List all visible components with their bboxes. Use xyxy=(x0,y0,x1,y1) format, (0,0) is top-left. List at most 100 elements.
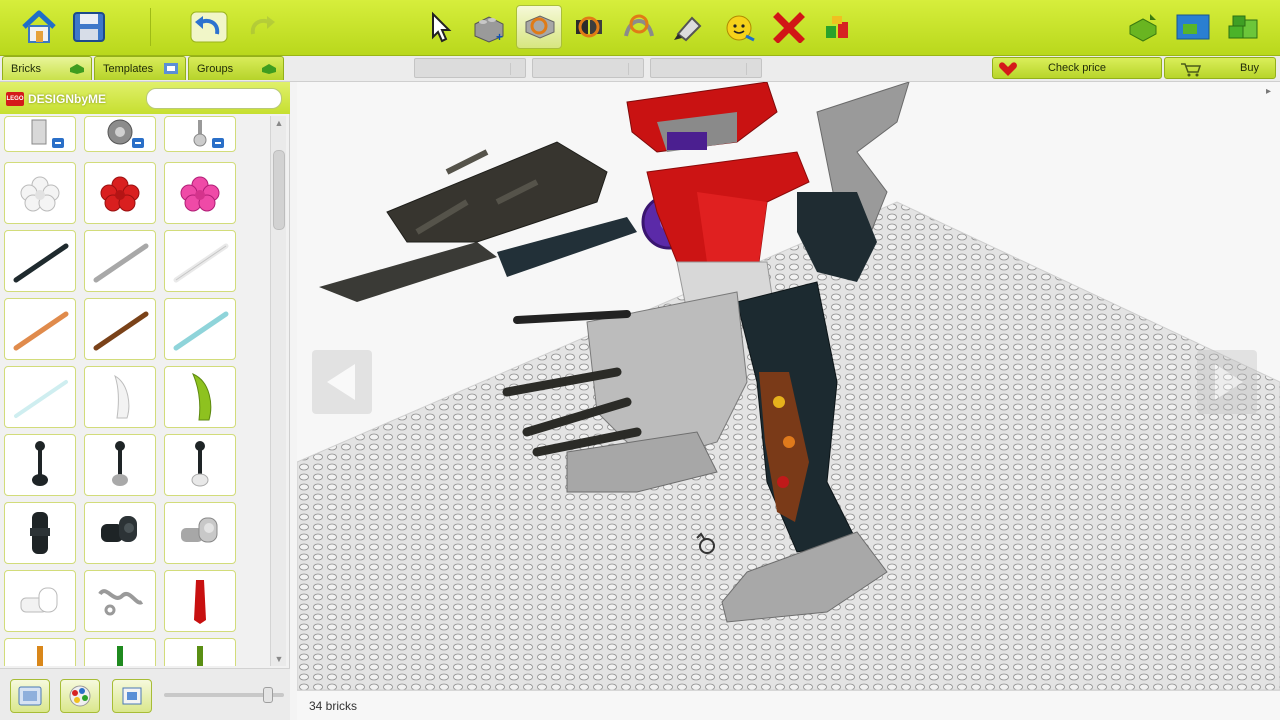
brick-black-ball-joint[interactable] xyxy=(4,434,76,496)
brick-black-bar[interactable] xyxy=(4,230,76,292)
brick-pink-flower[interactable] xyxy=(164,162,236,224)
brick-black-axle-connector[interactable] xyxy=(4,502,76,564)
brick-gray-connector[interactable] xyxy=(164,502,236,564)
hinge-align-tool-button[interactable] xyxy=(566,5,612,49)
clone-tool-button[interactable]: + xyxy=(466,5,512,49)
palette-scrollbar[interactable]: ▲ ▼ xyxy=(270,116,286,666)
wheel-icon xyxy=(107,119,144,148)
brick-brown-bar[interactable] xyxy=(84,298,156,360)
brick-orange-stick[interactable] xyxy=(4,638,76,666)
scroll-up-arrow-icon[interactable]: ▲ xyxy=(274,118,284,128)
white-connector-icon xyxy=(20,587,58,613)
category-wheels[interactable] xyxy=(84,116,156,152)
brick-black-cross-connector[interactable] xyxy=(84,502,156,564)
redo-arrow-icon xyxy=(250,16,275,35)
hinge-align-icon xyxy=(576,16,602,38)
lego-design-by-me-logo: LEGO DESIGNbyME xyxy=(6,91,106,107)
brick-white-horn[interactable] xyxy=(84,366,156,428)
brick-orange-bar[interactable] xyxy=(4,298,76,360)
view-mode-icon xyxy=(18,686,42,706)
select-tool-button[interactable] xyxy=(416,5,462,49)
orange-bar-icon xyxy=(13,311,69,351)
brick-count: 34 bricks xyxy=(309,699,358,713)
view-mode-toggle-button[interactable] xyxy=(10,679,50,713)
heart-tag-icon xyxy=(999,62,1017,76)
zoom-slider-knob[interactable] xyxy=(263,687,273,703)
brick-green-stick-2[interactable] xyxy=(164,638,236,666)
check-price-button[interactable]: Check price xyxy=(992,57,1162,79)
white-bar-icon xyxy=(173,243,229,283)
brick-red-flower[interactable] xyxy=(84,162,156,224)
brick-red-blade[interactable] xyxy=(164,570,236,632)
view-mode-button[interactable] xyxy=(1170,5,1216,49)
tab-bricks[interactable]: Bricks xyxy=(2,56,92,80)
hinge-tool-button[interactable] xyxy=(516,5,562,49)
scrollbar-thumb[interactable] xyxy=(273,150,285,230)
green-brick-icon xyxy=(262,64,276,74)
3d-viewport[interactable]: ▸ xyxy=(297,82,1280,690)
black-ball-joint-icon xyxy=(32,441,48,486)
building-guide-button[interactable] xyxy=(1220,5,1266,49)
tab-templates[interactable]: Templates xyxy=(94,56,186,80)
green-bricks-stack-icon xyxy=(1228,15,1258,39)
delete-tool-button[interactable] xyxy=(766,5,812,49)
scroll-down-arrow-icon[interactable]: ▼ xyxy=(274,654,284,664)
toolbar-separator xyxy=(150,8,151,46)
brick-white-bar[interactable] xyxy=(164,230,236,292)
undo-button[interactable] xyxy=(186,5,232,49)
red-x-icon xyxy=(773,12,805,43)
brick-black-ball-joint-2[interactable] xyxy=(84,434,156,496)
rotate-left-arrow-icon[interactable] xyxy=(312,350,372,414)
view-dropdown-2[interactable] xyxy=(532,58,644,78)
flex-element-icon xyxy=(624,14,654,37)
house-icon xyxy=(22,10,56,43)
minifig-accessory-icon xyxy=(193,120,224,148)
tab-label: Groups xyxy=(197,62,234,75)
redo-button[interactable] xyxy=(238,5,284,49)
brick-search-input[interactable] xyxy=(146,88,282,109)
black-ball-joint-icon xyxy=(191,441,209,487)
brick-filter-icon xyxy=(122,687,142,705)
brick-transparent-bar[interactable] xyxy=(4,366,76,428)
cart-icon xyxy=(1181,63,1202,77)
category-accessories[interactable] xyxy=(164,116,236,152)
home-button[interactable] xyxy=(16,5,62,49)
buy-button[interactable]: Buy xyxy=(1164,57,1276,79)
viewport-collapse-icon[interactable]: ▸ xyxy=(1266,86,1278,98)
flex-tool-button[interactable] xyxy=(616,5,662,49)
white-flower-icon xyxy=(20,176,60,212)
black-cross-connector-icon xyxy=(101,516,137,542)
buy-label: Buy xyxy=(1240,62,1259,74)
brick-lime-horn[interactable] xyxy=(164,366,236,428)
view-dropdown-1[interactable] xyxy=(414,58,526,78)
rotate-right-arrow-icon[interactable] xyxy=(1197,350,1257,414)
zoom-slider[interactable] xyxy=(164,687,284,703)
build-mode-button[interactable] xyxy=(1120,5,1166,49)
brick-white-flower[interactable] xyxy=(4,162,76,224)
brick-white-connector[interactable] xyxy=(4,570,76,632)
green-brick-icon xyxy=(70,64,84,74)
tab-groups[interactable]: Groups xyxy=(188,56,284,80)
undo-arrow-icon xyxy=(190,11,228,43)
pink-flower-icon xyxy=(180,176,220,212)
green-stick-icon xyxy=(197,645,203,666)
colored-bricks-icon xyxy=(826,16,848,38)
brick-light-blue-bar[interactable] xyxy=(164,298,236,360)
decorate-tool-button[interactable] xyxy=(716,5,762,49)
brick-gray-bar[interactable] xyxy=(84,230,156,292)
brick-filter-button[interactable] xyxy=(112,679,152,713)
category-doors[interactable] xyxy=(4,116,76,152)
brick-green-stick[interactable] xyxy=(84,638,156,666)
secondary-bar: Bricks Templates Groups Check price Buy xyxy=(0,56,1280,82)
status-bar: 34 bricks xyxy=(297,690,1280,720)
paint-tool-button[interactable] xyxy=(666,5,712,49)
brick-grid xyxy=(0,116,266,666)
brick-gray-chain[interactable] xyxy=(84,570,156,632)
view-dropdown-3[interactable] xyxy=(650,58,762,78)
color-palette-button[interactable] xyxy=(60,679,100,713)
hide-tool-button[interactable] xyxy=(816,5,862,49)
red-blade-icon xyxy=(194,580,206,624)
save-button[interactable] xyxy=(66,5,112,49)
gray-connector-icon xyxy=(181,517,218,543)
brick-black-ball-joint-3[interactable] xyxy=(164,434,236,496)
